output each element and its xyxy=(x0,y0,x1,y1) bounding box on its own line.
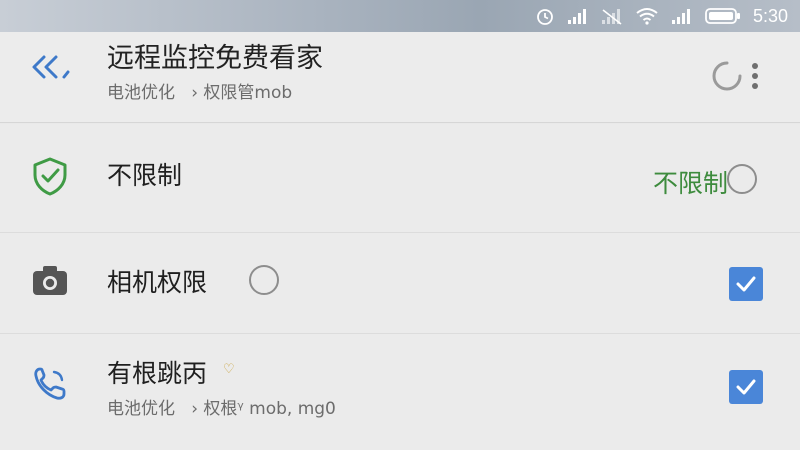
camera-permission-checkbox[interactable] xyxy=(729,267,763,301)
status-time: 5:30 xyxy=(752,5,788,26)
row-title: 不限制 xyxy=(107,161,183,190)
status-label: 不限制 xyxy=(653,169,729,198)
loading-spinner-icon xyxy=(711,60,743,92)
shield-check-icon xyxy=(30,156,70,196)
battery-icon xyxy=(705,7,741,25)
page-title: 远程监控免费看家 xyxy=(107,43,323,74)
no-sim-signal-icon xyxy=(601,7,623,25)
camera-icon xyxy=(30,261,70,301)
double-chevron-left-icon xyxy=(30,55,74,86)
back-button[interactable] xyxy=(30,52,74,82)
signal-icon xyxy=(567,7,589,25)
phone-permission-checkbox[interactable] xyxy=(729,370,763,404)
row-subtitle: 电池优化 › 权根ᵞ mob, mg0 xyxy=(107,399,336,419)
unrestricted-radio[interactable] xyxy=(727,164,757,194)
checkmark-icon xyxy=(736,276,756,292)
checkmark-icon xyxy=(736,379,756,395)
list-item-unrestricted[interactable]: 不限制 不限制 xyxy=(0,124,800,232)
app-header: 远程监控免费看家 电池优化 › 权限管mob xyxy=(0,32,800,123)
heart-icon: ♡ xyxy=(223,362,235,377)
list-item-camera-permission[interactable]: 相机权限 xyxy=(0,233,800,333)
row-title: 有根跳丙 xyxy=(107,359,208,388)
signal-icon xyxy=(671,7,693,25)
wifi-icon xyxy=(635,7,659,25)
more-menu-button[interactable] xyxy=(750,62,760,90)
phone-icon xyxy=(30,364,70,404)
status-bar: 5:30 xyxy=(0,0,800,32)
row-title: 相机权限 xyxy=(107,268,208,297)
status-bar-icons: 5:30 xyxy=(535,0,788,32)
camera-permission-radio[interactable] xyxy=(249,265,279,295)
more-vertical-icon xyxy=(750,63,760,94)
alarm-icon xyxy=(535,6,555,26)
breadcrumb: 电池优化 › 权限管mob xyxy=(107,83,293,103)
list-item-phone[interactable]: 有根跳丙 ♡ 电池优化 › 权根ᵞ mob, mg0 xyxy=(0,334,800,450)
